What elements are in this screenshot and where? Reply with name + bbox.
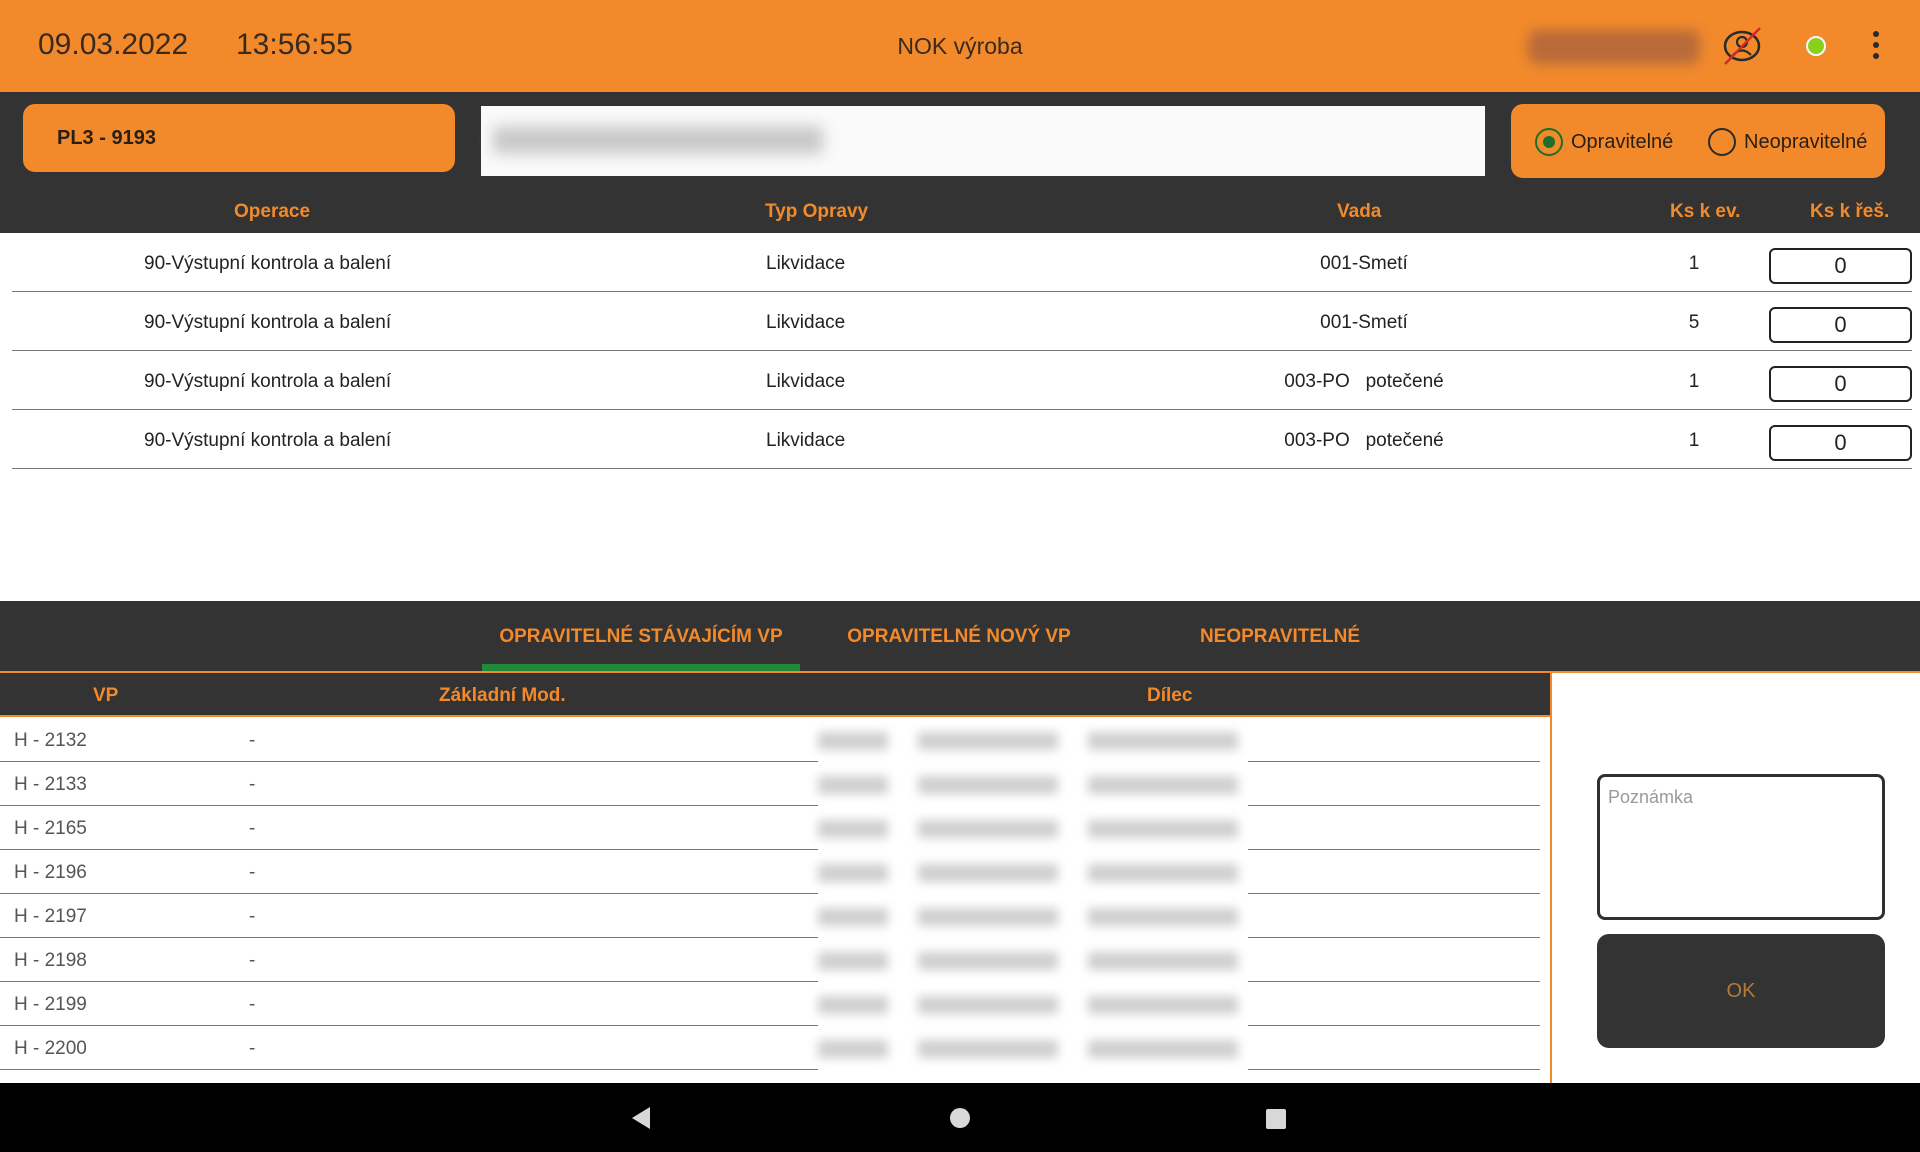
home-icon[interactable] [950,1108,970,1128]
cell-dilec-blurred [818,718,1248,762]
cell-vp: H - 2196 [14,862,87,883]
cell-ks-ev: 5 [1688,312,1700,333]
table-row[interactable]: 90-Výstupní kontrola a balení Likvidace … [12,233,1912,292]
cell-vp: H - 2197 [14,906,87,927]
cell-ks-ev: 1 [1688,371,1700,392]
cell-vp: H - 2133 [14,774,87,795]
col-header-vp: VP [93,685,119,706]
status-dot-icon [1806,36,1826,56]
cell-dilec-blurred [818,850,1248,894]
tab-opravitelne-novy-vp[interactable]: OPRAVITELNÉ NOVÝ VP [830,601,1088,672]
cell-dilec-blurred [818,938,1248,982]
cell-operace: 90-Výstupní kontrola a balení [144,312,392,333]
table-row[interactable]: 90-Výstupní kontrola a balení Likvidace … [12,410,1912,469]
cell-dilec-blurred [818,982,1248,1026]
back-icon[interactable] [632,1107,650,1129]
workplace-button[interactable]: PL3 - 9193 [23,104,455,172]
qty-input[interactable]: 0 [1769,366,1912,402]
cell-operace: 90-Výstupní kontrola a balení [144,371,392,392]
cell-mod: - [249,1038,256,1059]
selected-item-field[interactable] [481,106,1485,176]
cell-mod: - [249,774,256,795]
cell-mod: - [249,730,256,751]
more-vert-icon[interactable] [1866,28,1886,64]
cell-dilec-blurred [818,894,1248,938]
radio-label: Neopravitelné [1744,130,1868,153]
cell-vada: 003-PO potečené [1284,371,1444,392]
cell-mod: - [249,906,256,927]
cell-vada: 001-Smetí [1320,253,1408,274]
col-header-typ-opravy: Typ Opravy [765,201,869,222]
col-header-zakladni-mod: Základní Mod. [439,685,566,706]
col-header-operace: Operace [234,201,311,222]
table-row[interactable]: 90-Výstupní kontrola a balení Likvidace … [12,351,1912,410]
user-name-blurred[interactable] [1528,30,1700,64]
cell-operace: 90-Výstupní kontrola a balení [144,430,392,451]
cell-vp: H - 2199 [14,994,87,1015]
cell-typ: Likvidace [766,371,846,392]
cell-mod: - [249,994,256,1015]
app-bar: 09.03.2022 13:56:55 NOK výroba [0,0,1920,92]
table-row[interactable]: H - 2133 - [0,762,1540,806]
qty-input[interactable]: 0 [1769,425,1912,461]
cell-dilec-blurred [818,1026,1248,1070]
col-header-ks-res: Ks k řeš. [1810,201,1890,222]
qty-input[interactable]: 0 [1769,307,1912,343]
tab-opravitelne-stavajicim-vp[interactable]: OPRAVITELNÉ STÁVAJÍCÍM VP [482,601,800,672]
recents-icon[interactable] [1266,1109,1286,1129]
table-row[interactable]: H - 2196 - [0,850,1540,894]
ok-button[interactable]: OK [1597,934,1885,1048]
cell-typ: Likvidace [766,430,846,451]
cell-typ: Likvidace [766,312,846,333]
cell-ks-ev: 1 [1688,253,1700,274]
table-row[interactable]: H - 2198 - [0,938,1540,982]
cell-operace: 90-Výstupní kontrola a balení [144,253,392,274]
table-row[interactable]: H - 2197 - [0,894,1540,938]
note-placeholder: Poznámka [1608,787,1694,807]
repairability-filter: Opravitelné Neopravitelné [1511,104,1885,178]
cell-ks-ev: 1 [1688,430,1700,451]
cell-mod: - [249,950,256,971]
col-header-vada: Vada [1337,201,1382,222]
cell-vada: 003-PO potečené [1284,430,1444,451]
radio-selected-icon [1535,128,1563,156]
toolbar-band: PL3 - 9193 Opravitelné Neopravitelné Ope… [0,92,1920,233]
cell-vp: H - 2165 [14,818,87,839]
vp-table-header: VP Základní Mod. Dílec [0,673,1551,717]
cell-typ: Likvidace [766,253,846,274]
col-header-ks-ev: Ks k ev. [1670,201,1741,222]
table-row[interactable]: H - 2132 - [0,718,1540,762]
cell-vp: H - 2198 [14,950,87,971]
cell-vp: H - 2200 [14,1038,87,1059]
table-row[interactable]: 90-Výstupní kontrola a balení Likvidace … [12,292,1912,351]
user-off-icon[interactable] [1716,22,1768,70]
radio-label: Opravitelné [1571,130,1674,153]
cell-vada: 001-Smetí [1320,312,1408,333]
tab-neopravitelne[interactable]: NEOPRAVITELNÉ [1150,601,1410,672]
cell-vp: H - 2132 [14,730,87,751]
system-nav-bar [0,1083,1920,1152]
table-row[interactable]: H - 2200 - [0,1026,1540,1070]
defects-table: 90-Výstupní kontrola a balení Likvidace … [12,233,1912,469]
tab-bar: OPRAVITELNÉ STÁVAJÍCÍM VP OPRAVITELNÉ NO… [0,601,1920,672]
blurred-text [493,126,823,154]
radio-opravitelne[interactable]: Opravitelné [1535,128,1673,156]
panel-divider [1550,673,1552,1083]
table-row[interactable]: H - 2199 - [0,982,1540,1026]
cell-mod: - [249,818,256,839]
table-row[interactable]: H - 2165 - [0,806,1540,850]
col-header-dilec: Dílec [1147,685,1193,706]
note-field[interactable]: Poznámka [1597,774,1885,920]
cell-dilec-blurred [818,762,1248,806]
radio-unselected-icon [1708,128,1736,156]
cell-dilec-blurred [818,806,1248,850]
radio-neopravitelne[interactable]: Neopravitelné [1708,128,1867,156]
qty-input[interactable]: 0 [1769,248,1912,284]
cell-mod: - [249,862,256,883]
